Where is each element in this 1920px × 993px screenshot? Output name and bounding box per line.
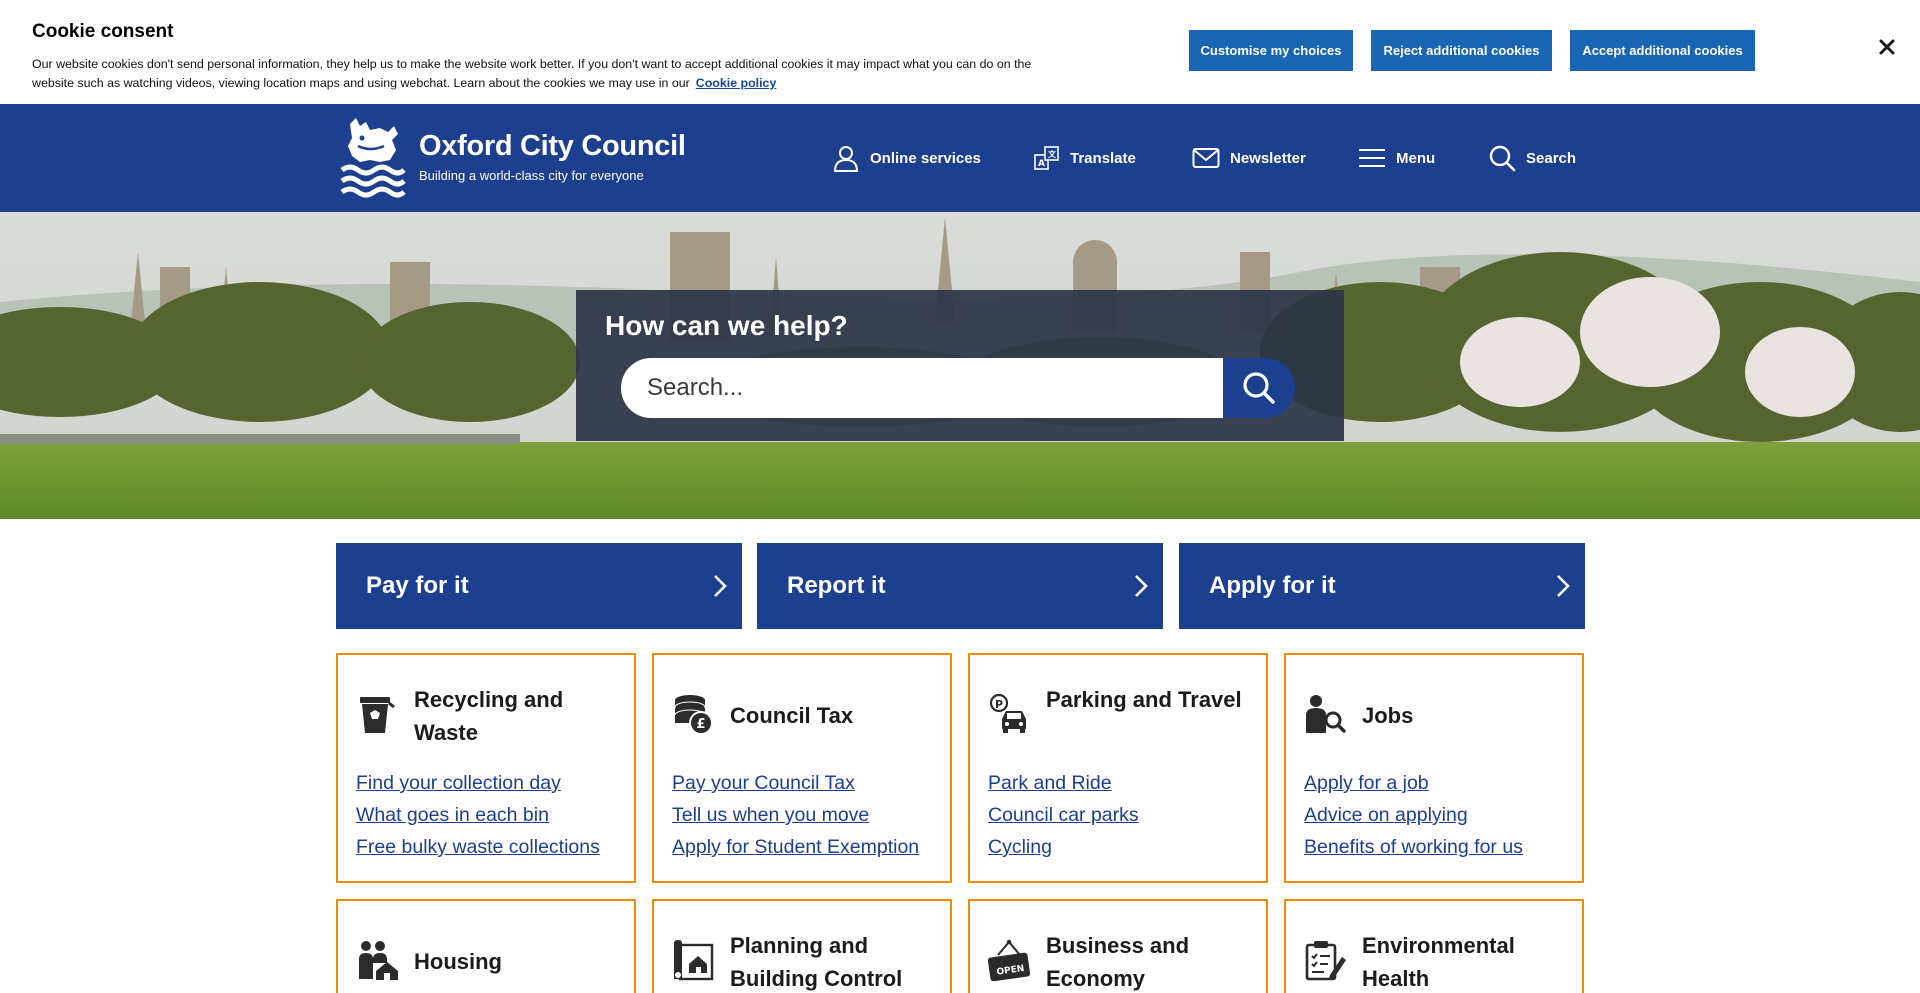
accept-cookies-button[interactable]: Accept additional cookies xyxy=(1570,30,1755,71)
cookie-text: Our website cookies don't send personal … xyxy=(32,55,1052,93)
hero-search-form xyxy=(621,358,1301,418)
card-business-and-economy: OPEN Business and Economy xyxy=(968,899,1268,993)
nav-translate-label: Translate xyxy=(1070,149,1136,167)
link-find-collection-day[interactable]: Find your collection day xyxy=(356,772,561,794)
nav-menu[interactable]: Menu xyxy=(1358,142,1435,174)
card-title[interactable]: Business and Economy xyxy=(1046,929,1256,993)
cookie-text-body: Our website cookies don't send personal … xyxy=(32,57,1032,90)
apply-for-it-label: Apply for it xyxy=(1209,572,1336,599)
card-title[interactable]: Planning and Building Control xyxy=(730,929,940,993)
nav-online-services-label: Online services xyxy=(870,149,981,167)
cookie-policy-link[interactable]: Cookie policy xyxy=(696,76,777,90)
reject-cookies-button[interactable]: Reject additional cookies xyxy=(1371,30,1552,71)
nav-translate[interactable]: A 文 Translate xyxy=(1034,142,1136,174)
pay-for-it-label: Pay for it xyxy=(366,572,469,599)
customise-choices-button[interactable]: Customise my choices xyxy=(1189,30,1353,71)
search-icon xyxy=(1489,145,1516,172)
open-sign-icon: OPEN xyxy=(987,939,1031,982)
card-title[interactable]: Housing xyxy=(414,945,624,978)
chevron-right-icon xyxy=(1557,575,1570,597)
link-what-goes-in-each-bin[interactable]: What goes in each bin xyxy=(356,804,549,826)
link-apply-for-job[interactable]: Apply for a job xyxy=(1304,772,1429,794)
nav-newsletter-label: Newsletter xyxy=(1230,149,1306,167)
parking-car-icon: P xyxy=(988,693,1030,735)
building-plans-icon xyxy=(672,939,714,981)
card-title[interactable]: Parking and Travel xyxy=(1046,683,1256,716)
card-title[interactable]: Jobs xyxy=(1362,699,1572,732)
link-park-and-ride[interactable]: Park and Ride xyxy=(988,772,1112,794)
svg-text:A: A xyxy=(1038,159,1045,169)
report-it-label: Report it xyxy=(787,572,886,599)
apply-for-it-tile[interactable]: Apply for it xyxy=(1179,543,1585,629)
coins-icon: £ xyxy=(672,693,714,735)
user-icon xyxy=(833,146,859,172)
cookie-banner: Cookie consent Our website cookies don't… xyxy=(0,0,1920,104)
card-link-list: Park and Ride Council car parks Cycling xyxy=(988,767,1139,863)
link-tell-us-when-you-move[interactable]: Tell us when you move xyxy=(672,804,869,826)
card-link-list: Pay your Council Tax Tell us when you mo… xyxy=(672,767,919,863)
search-icon xyxy=(1243,372,1275,404)
help-heading: How can we help? xyxy=(605,310,848,341)
clipboard-icon xyxy=(1304,939,1346,981)
hero-search-button[interactable] xyxy=(1223,358,1295,418)
family-house-icon xyxy=(356,939,398,981)
report-it-tile[interactable]: Report it xyxy=(757,543,1163,629)
site-title[interactable]: Oxford City Council xyxy=(419,130,686,163)
svg-text:£: £ xyxy=(697,717,706,732)
site-header: Oxford City Council Building a world-cla… xyxy=(0,104,1920,212)
card-housing: Housing xyxy=(336,899,636,993)
link-benefits-working[interactable]: Benefits of working for us xyxy=(1304,836,1523,858)
card-title[interactable]: Recycling and Waste xyxy=(414,683,624,749)
help-search-panel: How can we help? xyxy=(576,290,1344,441)
card-council-tax: £ Council Tax Pay your Council Tax Tell … xyxy=(652,653,952,883)
link-advice-on-applying[interactable]: Advice on applying xyxy=(1304,804,1468,826)
council-logo-icon[interactable] xyxy=(340,116,406,198)
card-recycling-and-waste: Recycling and Waste Find your collection… xyxy=(336,653,636,883)
link-council-car-parks[interactable]: Council car parks xyxy=(988,804,1139,826)
card-parking-and-travel: P Parking and Travel Park and Ride Counc… xyxy=(968,653,1268,883)
svg-text:文: 文 xyxy=(1048,149,1057,159)
card-title[interactable]: Council Tax xyxy=(730,699,940,732)
site-tagline: Building a world-class city for everyone xyxy=(419,168,644,183)
nav-search[interactable]: Search xyxy=(1488,142,1576,174)
card-link-list: Apply for a job Advice on applying Benef… xyxy=(1304,767,1523,863)
nav-menu-label: Menu xyxy=(1396,149,1436,167)
link-pay-council-tax[interactable]: Pay your Council Tax xyxy=(672,772,855,794)
chevron-right-icon xyxy=(1135,575,1148,597)
link-student-exemption[interactable]: Apply for Student Exemption xyxy=(672,836,919,858)
envelope-icon xyxy=(1192,148,1220,168)
svg-text:P: P xyxy=(995,698,1003,711)
hero-search-input[interactable] xyxy=(621,358,1231,418)
card-title[interactable]: Environmental Health xyxy=(1362,929,1572,993)
translate-icon: A 文 xyxy=(1034,146,1059,170)
link-cycling[interactable]: Cycling xyxy=(988,836,1052,858)
pay-for-it-tile[interactable]: Pay for it xyxy=(336,543,742,629)
recycling-bin-icon xyxy=(356,693,398,735)
nav-newsletter[interactable]: Newsletter xyxy=(1192,142,1306,174)
chevron-right-icon xyxy=(714,575,727,597)
nav-search-label: Search xyxy=(1526,149,1577,167)
card-planning-and-building-control: Planning and Building Control xyxy=(652,899,952,993)
cookie-title: Cookie consent xyxy=(32,21,174,42)
card-link-list: Find your collection day What goes in ea… xyxy=(356,767,600,863)
card-jobs: Jobs Apply for a job Advice on applying … xyxy=(1284,653,1584,883)
hamburger-menu-icon xyxy=(1359,149,1385,167)
close-icon[interactable] xyxy=(1876,36,1898,58)
person-search-icon xyxy=(1304,693,1346,735)
link-free-bulky-waste[interactable]: Free bulky waste collections xyxy=(356,836,600,858)
hero-banner: How can we help? xyxy=(0,212,1920,519)
card-environmental-health: Environmental Health xyxy=(1284,899,1584,993)
nav-online-services[interactable]: Online services xyxy=(832,142,981,174)
